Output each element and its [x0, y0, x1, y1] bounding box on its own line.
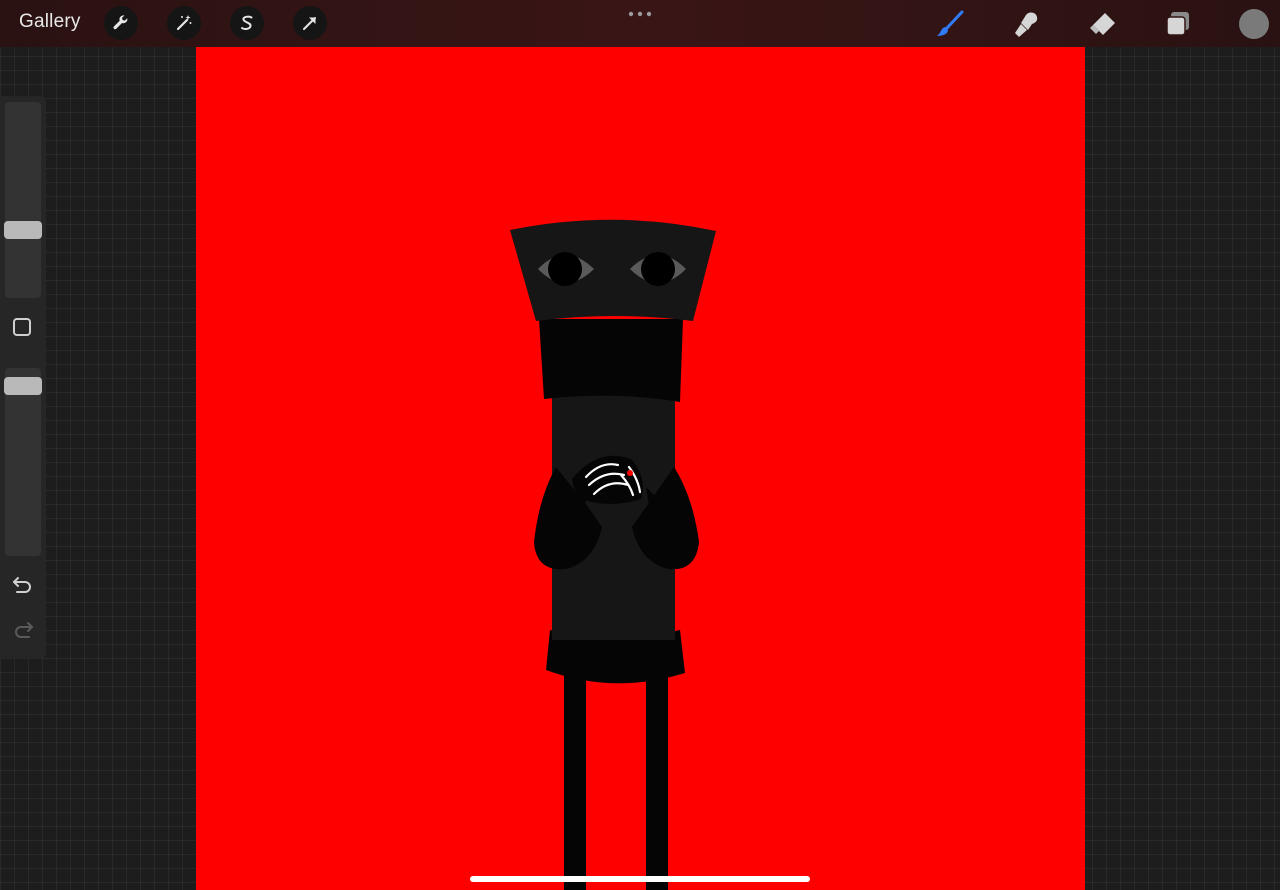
brush-size-thumb[interactable] — [4, 221, 42, 240]
magic-wand-icon — [176, 15, 192, 31]
transform-button[interactable] — [293, 6, 327, 40]
actions-button[interactable] — [104, 6, 138, 40]
hand-red-dot — [627, 470, 633, 476]
paint-tool-button[interactable] — [934, 8, 966, 40]
left-sidebar — [0, 96, 46, 659]
smudge-tool-button[interactable] — [1011, 8, 1043, 40]
brush-icon — [937, 10, 964, 36]
eraser-icon — [1090, 13, 1115, 35]
modify-button[interactable] — [13, 318, 31, 336]
layers-button[interactable] — [1162, 8, 1194, 40]
opacity-thumb[interactable] — [4, 376, 42, 395]
top-toolbar: Gallery — [0, 0, 1280, 47]
adjustments-button[interactable] — [167, 6, 201, 40]
selection-button[interactable] — [230, 6, 264, 40]
home-indicator[interactable] — [470, 876, 810, 882]
character-artwork — [510, 219, 716, 890]
redo-icon[interactable] — [10, 618, 36, 642]
right-leg — [646, 672, 668, 890]
eraser-tool-button[interactable] — [1087, 8, 1119, 40]
layers-icon — [1166, 12, 1189, 36]
drawing-canvas[interactable] — [196, 47, 1085, 890]
selection-s-icon — [241, 15, 253, 30]
smudge-icon — [1015, 12, 1038, 37]
arrow-transform-icon — [303, 17, 316, 30]
brush-size-slider[interactable] — [5, 102, 41, 298]
color-picker-swatch[interactable] — [1239, 9, 1269, 39]
undo-icon[interactable] — [10, 573, 36, 597]
wrench-icon — [113, 15, 128, 30]
opacity-slider[interactable] — [5, 368, 41, 556]
more-options-icon[interactable] — [626, 9, 654, 19]
left-leg — [564, 672, 586, 890]
collar — [539, 319, 683, 402]
gallery-button[interactable]: Gallery — [19, 11, 81, 33]
